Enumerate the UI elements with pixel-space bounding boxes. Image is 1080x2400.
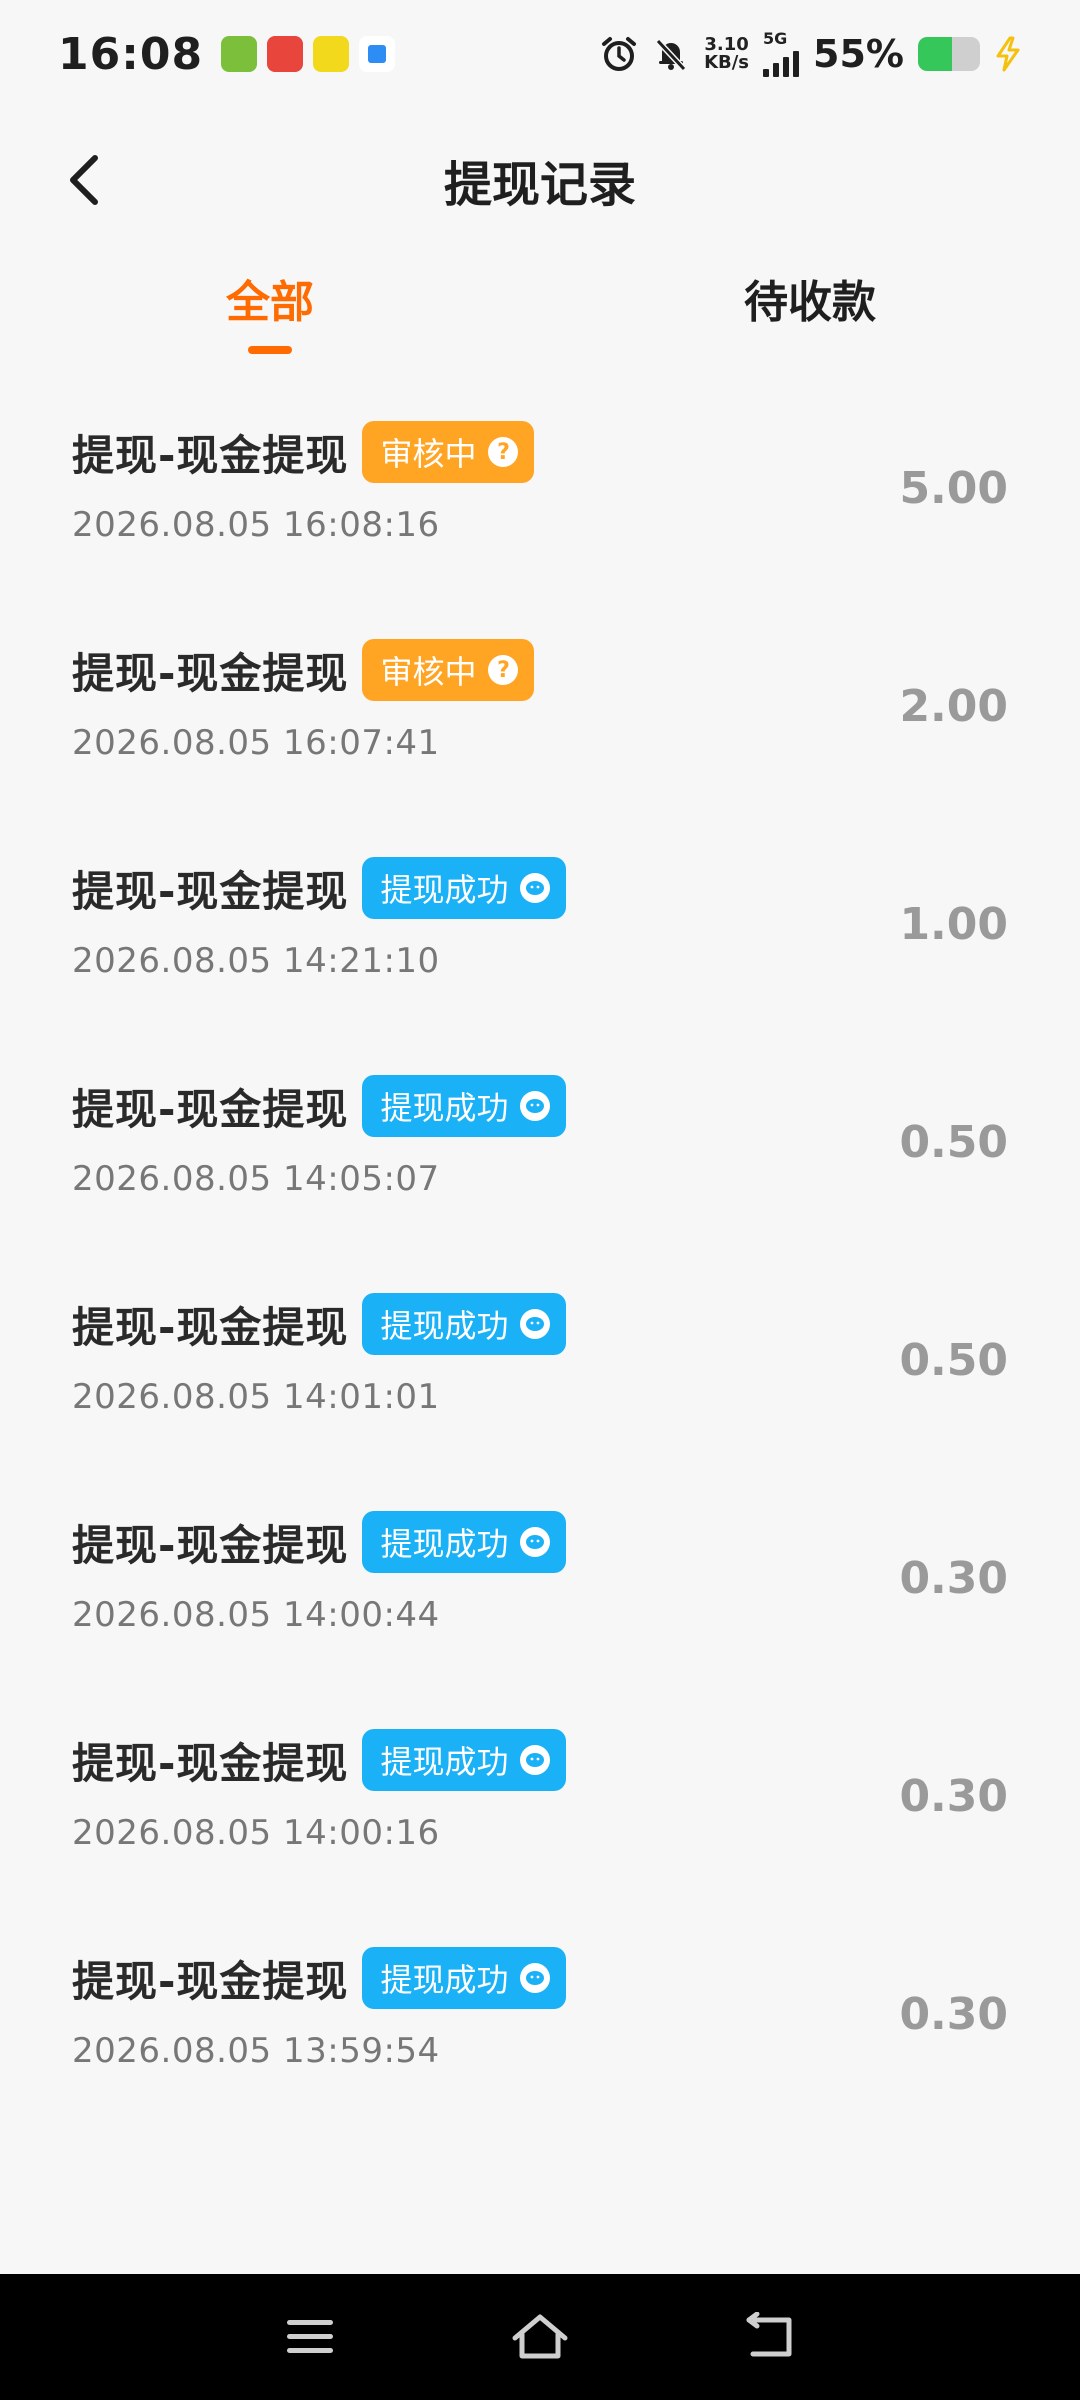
app-icon-4	[359, 36, 396, 72]
record-title: 提现-现金提现	[72, 648, 349, 698]
network-rate: 3.10 KB/s	[704, 36, 749, 72]
status-badge-label: 提现成功	[380, 1743, 509, 1781]
wechat-icon	[520, 1963, 551, 1993]
record-amount: 0.30	[899, 1989, 1008, 2040]
status-badge-label: 提现成功	[380, 871, 509, 909]
back-button[interactable]	[55, 150, 115, 210]
record-title: 提现-现金提现	[72, 430, 349, 480]
menu-icon	[287, 2320, 333, 2353]
network-rate-unit: KB/s	[704, 52, 750, 73]
record-row[interactable]: 提现-现金提现 提现成功 2026.08.05 14:05:07 0.50	[0, 1059, 1080, 1277]
record-row[interactable]: 提现-现金提现 审核中 ? 2026.08.05 16:08:16 5.00	[0, 405, 1080, 623]
status-badge-label: 提现成功	[380, 1089, 509, 1127]
status-badge: 提现成功	[362, 857, 567, 919]
app-icon-2	[267, 36, 304, 72]
withdrawal-record-list: 提现-现金提现 审核中 ? 2026.08.05 16:08:16 5.00 提…	[0, 405, 1080, 2149]
wechat-icon	[520, 1309, 551, 1339]
alarm-icon	[600, 35, 638, 73]
page-title: 提现记录	[443, 157, 636, 213]
wechat-icon	[520, 1527, 551, 1557]
record-time: 2026.08.05 14:01:01	[72, 1377, 440, 1417]
status-badge-label: 审核中	[380, 435, 477, 473]
chevron-left-icon	[70, 155, 98, 205]
wechat-icon	[520, 1745, 551, 1775]
battery-percent: 55%	[813, 32, 904, 76]
battery-fill	[918, 37, 953, 71]
system-nav-bar	[0, 2274, 1080, 2400]
status-badge-label: 审核中	[380, 653, 477, 691]
record-amount: 2.00	[899, 681, 1008, 732]
status-badge: 提现成功	[362, 1293, 567, 1355]
status-badge: 提现成功	[362, 1075, 567, 1137]
wechat-icon	[520, 1091, 551, 1121]
status-badge[interactable]: 审核中 ?	[362, 639, 535, 701]
record-title: 提现-现金提现	[72, 866, 349, 916]
screen: 16:08 3.10 KB/s 5G 55% 提现记录 全部 待收款 提现-现金…	[0, 0, 1080, 2400]
network-type: 5G	[763, 29, 788, 48]
record-amount: 1.00	[899, 899, 1008, 950]
question-icon: ?	[488, 437, 519, 467]
record-row[interactable]: 提现-现金提现 提现成功 2026.08.05 14:00:44 0.30	[0, 1495, 1080, 1713]
record-time: 2026.08.05 13:59:54	[72, 2031, 440, 2071]
record-time: 2026.08.05 14:00:44	[72, 1595, 440, 1635]
status-badge[interactable]: 审核中 ?	[362, 421, 535, 483]
wechat-icon	[520, 873, 551, 903]
mute-icon	[652, 35, 690, 73]
signal-icon	[763, 47, 800, 77]
tab-pending-receipt[interactable]: 待收款	[540, 250, 1080, 360]
battery-icon	[918, 37, 980, 71]
record-row[interactable]: 提现-现金提现 审核中 ? 2026.08.05 16:07:41 2.00	[0, 623, 1080, 841]
record-amount: 0.30	[899, 1553, 1008, 1604]
record-time: 2026.08.05 16:08:16	[72, 505, 440, 545]
record-row[interactable]: 提现-现金提现 提现成功 2026.08.05 14:00:16 0.30	[0, 1713, 1080, 1931]
question-icon: ?	[488, 655, 519, 685]
status-badge-label: 提现成功	[380, 1525, 509, 1563]
record-time: 2026.08.05 14:05:07	[72, 1159, 440, 1199]
status-badge: 提现成功	[362, 1729, 567, 1791]
record-title: 提现-现金提现	[72, 1302, 349, 1352]
tab-active-indicator	[248, 346, 292, 354]
record-amount: 5.00	[899, 463, 1008, 514]
record-row[interactable]: 提现-现金提现 提现成功 2026.08.05 13:59:54 0.30	[0, 1931, 1080, 2149]
signal-group: 5G	[763, 29, 800, 77]
status-time: 16:08	[58, 28, 204, 80]
back-icon	[746, 2312, 792, 2357]
record-time: 2026.08.05 14:21:10	[72, 941, 440, 981]
record-row[interactable]: 提现-现金提现 提现成功 2026.08.05 14:21:10 1.00	[0, 841, 1080, 1059]
record-amount: 0.50	[899, 1117, 1008, 1168]
charging-icon	[994, 36, 1022, 72]
record-row[interactable]: 提现-现金提现 提现成功 2026.08.05 14:01:01 0.50	[0, 1277, 1080, 1495]
record-time: 2026.08.05 14:00:16	[72, 1813, 440, 1853]
record-amount: 0.50	[899, 1335, 1008, 1386]
record-title: 提现-现金提现	[72, 1956, 349, 2006]
home-icon	[512, 2314, 568, 2359]
status-right: 3.10 KB/s 5G 55%	[600, 31, 1022, 77]
record-time: 2026.08.05 16:07:41	[72, 723, 440, 763]
tab-all[interactable]: 全部	[0, 250, 540, 360]
app-icon-1	[221, 36, 258, 72]
status-bar: 16:08 3.10 KB/s 5G 55%	[0, 0, 1080, 108]
tab-pending-receipt-label: 待收款	[744, 277, 876, 328]
back-nav-button[interactable]	[735, 2302, 805, 2372]
status-badge: 提现成功	[362, 1511, 567, 1573]
record-title: 提现-现金提现	[72, 1738, 349, 1788]
status-badge-label: 提现成功	[380, 1307, 509, 1345]
record-amount: 0.30	[899, 1771, 1008, 1822]
menu-button[interactable]	[275, 2302, 345, 2372]
record-title: 提现-现金提现	[72, 1520, 349, 1570]
nav-header: 提现记录	[0, 130, 1080, 230]
status-badge-label: 提现成功	[380, 1961, 509, 1999]
app-icon-3	[313, 36, 350, 72]
record-title: 提现-现金提现	[72, 1084, 349, 1134]
status-badge: 提现成功	[362, 1947, 567, 2009]
home-button[interactable]	[505, 2302, 575, 2372]
tab-bar: 全部 待收款	[0, 250, 1080, 360]
notification-app-icons	[221, 36, 396, 72]
